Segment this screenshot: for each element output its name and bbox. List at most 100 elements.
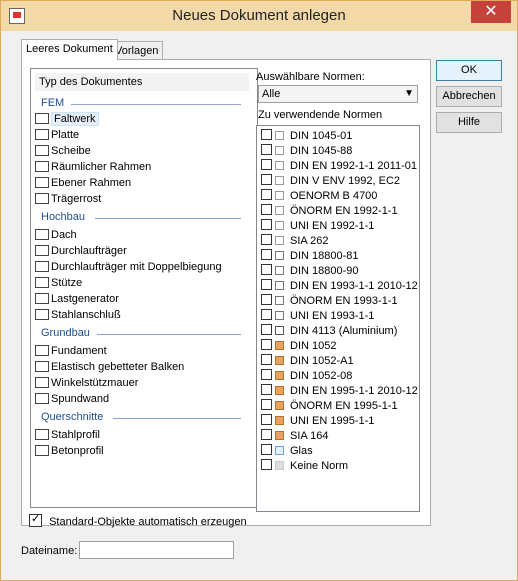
glass-icon: [275, 446, 284, 455]
continuous-beam-icon: [35, 245, 49, 256]
doc-type-stuetze[interactable]: Stütze: [35, 275, 82, 291]
norm-checkbox[interactable]: [261, 399, 272, 410]
norm-item[interactable]: DIN 18800-90: [261, 264, 359, 279]
help-button[interactable]: Hilfe: [436, 112, 502, 133]
norm-item[interactable]: DIN 4113 (Aluminium): [261, 324, 397, 339]
norm-item[interactable]: DIN EN 1995-1-1 2010-12: [261, 384, 418, 399]
norm-item[interactable]: SIA 262: [261, 234, 329, 249]
concrete-icon: [275, 206, 284, 215]
doc-type-traegerrost[interactable]: Trägerrost: [35, 191, 101, 207]
norm-checkbox[interactable]: [261, 459, 272, 470]
norm-item[interactable]: DIN V ENV 1992, EC2: [261, 174, 400, 189]
norm-checkbox[interactable]: [261, 309, 272, 320]
norm-item[interactable]: ÖNORM EN 1995-1-1: [261, 399, 398, 414]
wood-icon: [275, 416, 284, 425]
standard-objects-checkbox[interactable]: [29, 512, 42, 527]
norm-item[interactable]: DIN 18800-81: [261, 249, 359, 264]
norm-checkbox[interactable]: [261, 219, 272, 230]
frame-2d-icon: [35, 177, 49, 188]
doc-type-faltwerk[interactable]: Faltwerk: [35, 111, 99, 127]
concrete-icon: [275, 236, 284, 245]
filename-input[interactable]: [79, 541, 234, 559]
doc-type-stahlprofil[interactable]: Stahlprofil: [35, 427, 100, 443]
doc-type-raeumlicher-rahmen[interactable]: Räumlicher Rahmen: [35, 159, 151, 175]
norm-checkbox[interactable]: [261, 324, 272, 335]
doc-type-spundwand[interactable]: Spundwand: [35, 391, 109, 407]
doc-type-winkelstuetzmauer[interactable]: Winkelstützmauer: [35, 375, 138, 391]
norm-item[interactable]: UNI EN 1993-1-1: [261, 309, 374, 324]
norm-checkbox[interactable]: [261, 204, 272, 215]
ok-button[interactable]: OK: [436, 60, 502, 81]
dialog-window: Neues Dokument anlegen ✕ Leeres Dokument…: [0, 0, 518, 581]
norm-checkbox[interactable]: [261, 384, 272, 395]
sheet-pile-icon: [35, 393, 49, 404]
window-title: Neues Dokument anlegen: [172, 7, 346, 24]
wood-icon: [275, 431, 284, 440]
wood-icon: [275, 386, 284, 395]
norms-filter-label: Auswählbare Normen:: [256, 71, 365, 83]
norm-item[interactable]: DIN 1045-88: [261, 144, 352, 159]
norm-checkbox[interactable]: [261, 159, 272, 170]
norm-checkbox[interactable]: [261, 174, 272, 185]
norm-checkbox[interactable]: [261, 264, 272, 275]
norms-filter-select[interactable]: Alle ▼: [258, 85, 418, 103]
doc-type-stahlanschluss[interactable]: Stahlanschluß: [35, 307, 121, 323]
norm-checkbox[interactable]: [261, 249, 272, 260]
doc-type-durchlauftraeger[interactable]: Durchlaufträger: [35, 243, 127, 259]
norm-item[interactable]: OENORM B 4700: [261, 189, 377, 204]
norm-checkbox[interactable]: [261, 369, 272, 380]
norm-item[interactable]: UNI EN 1995-1-1: [261, 414, 374, 429]
group-hochbau: Hochbau: [41, 211, 86, 223]
norm-checkbox[interactable]: [261, 294, 272, 305]
doc-type-ebener-rahmen[interactable]: Ebener Rahmen: [35, 175, 131, 191]
standard-objects-label: Standard-Objekte automatisch erzeugen: [49, 516, 247, 528]
norm-checkbox[interactable]: [261, 444, 272, 455]
norm-checkbox[interactable]: [261, 234, 272, 245]
norm-item[interactable]: ÖNORM EN 1992-1-1: [261, 204, 398, 219]
doc-type-dach[interactable]: Dach: [35, 227, 77, 243]
norm-item[interactable]: DIN 1052: [261, 339, 336, 354]
norm-list[interactable]: DIN 1045-01 DIN 1045-88 DIN EN 1992-1-1 …: [256, 125, 420, 512]
norm-item[interactable]: DIN 1052-A1: [261, 354, 354, 369]
norm-item[interactable]: DIN EN 1992-1-1 2011-01: [261, 159, 417, 174]
norm-item[interactable]: UNI EN 1992-1-1: [261, 219, 374, 234]
norm-item[interactable]: Glas: [261, 444, 313, 459]
standard-objects-option[interactable]: Standard-Objekte automatisch erzeugen: [29, 512, 247, 528]
doc-type-elastisch-gebetteter-balken[interactable]: Elastisch gebetteter Balken: [35, 359, 184, 375]
doc-type-platte[interactable]: Platte: [35, 127, 79, 143]
norm-checkbox[interactable]: [261, 339, 272, 350]
group-divider: [97, 334, 241, 335]
norm-checkbox[interactable]: [261, 429, 272, 440]
norm-item[interactable]: DIN 1052-08: [261, 369, 352, 384]
norm-checkbox[interactable]: [261, 129, 272, 140]
tab-leeres-dokument[interactable]: Leeres Dokument: [21, 39, 118, 60]
tab-vorlagen[interactable]: Vorlagen: [110, 41, 164, 60]
title-bar[interactable]: Neues Dokument anlegen ✕: [1, 1, 517, 31]
document-type-list[interactable]: Typ des Dokumentes FEM Faltwerk Platte S…: [30, 68, 258, 508]
norm-item[interactable]: ÖNORM EN 1993-1-1: [261, 294, 398, 309]
norm-item[interactable]: DIN 1045-01: [261, 129, 352, 144]
doc-type-scheibe[interactable]: Scheibe: [35, 143, 91, 159]
group-grundbau: Grundbau: [41, 327, 90, 339]
norm-checkbox[interactable]: [261, 144, 272, 155]
doc-type-durchlauftraeger-doppelbiegung[interactable]: Durchlaufträger mit Doppelbiegung: [35, 259, 222, 275]
none-icon: [275, 461, 284, 470]
column-icon: [35, 277, 49, 288]
doc-type-lastgenerator[interactable]: Lastgenerator: [35, 291, 119, 307]
norm-checkbox[interactable]: [261, 279, 272, 290]
wood-icon: [275, 356, 284, 365]
cancel-button[interactable]: Abbrechen: [436, 86, 502, 107]
concrete-icon: [275, 191, 284, 200]
norm-checkbox[interactable]: [261, 189, 272, 200]
norm-item[interactable]: SIA 164: [261, 429, 329, 444]
doc-type-betonprofil[interactable]: Betonprofil: [35, 443, 104, 459]
norm-item[interactable]: DIN EN 1993-1-1 2010-12: [261, 279, 418, 294]
filename-label: Dateiname:: [21, 545, 78, 557]
group-fem: FEM: [41, 97, 65, 109]
close-button[interactable]: ✕: [471, 1, 511, 23]
steel-icon: [275, 281, 284, 290]
norm-checkbox[interactable]: [261, 414, 272, 425]
doc-type-fundament[interactable]: Fundament: [35, 343, 107, 359]
norm-checkbox[interactable]: [261, 354, 272, 365]
norm-item[interactable]: Keine Norm: [261, 459, 348, 474]
